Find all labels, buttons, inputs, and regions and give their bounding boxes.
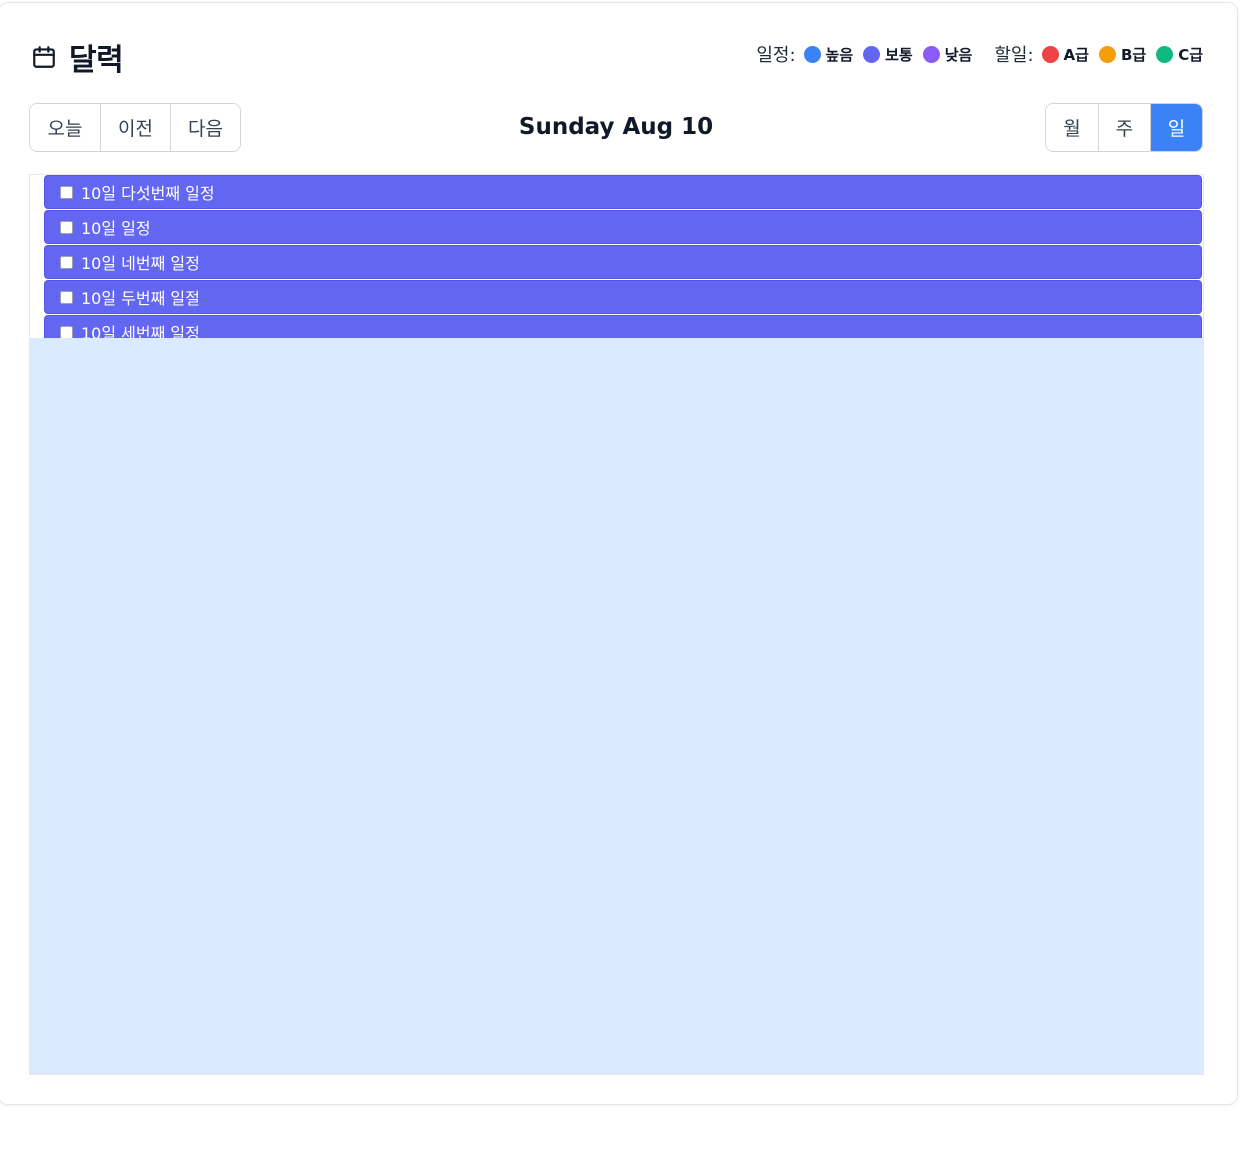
todo-legend-label: 할일: — [994, 45, 1034, 66]
calendar-toolbar: 오늘 이전 다음 Sunday Aug 10 월 주 일 — [29, 103, 1203, 152]
week-view-button[interactable]: 주 — [1098, 104, 1150, 151]
c-grade-dot — [1156, 45, 1174, 63]
event-checkbox[interactable] — [60, 220, 73, 234]
schedule-legend-label: 일정: — [756, 45, 796, 66]
legend-item-a-grade: A급 — [1041, 44, 1089, 65]
legend-item-normal: 보통 — [863, 44, 913, 65]
schedule-legend: 일정: 높음 보통 낮음 — [756, 41, 972, 67]
event-label: 10일 네번째 일정 — [81, 254, 200, 273]
view-switcher: 월 주 일 — [1045, 103, 1203, 152]
page-title: 달력 — [31, 35, 124, 79]
event-label: 10일 세번째 일정 — [81, 324, 200, 338]
b-grade-dot — [1098, 45, 1116, 63]
normal-priority-dot — [863, 45, 881, 63]
today-highlight-area[interactable] — [30, 338, 1203, 1074]
a-grade-dot — [1041, 45, 1059, 63]
all-day-events: 10일 다섯번째 일정 10일 일정 10일 네번째 일정 10일 두번째 일절… — [44, 175, 1202, 338]
legend-item-label: 높음 — [825, 45, 854, 64]
event-checkbox[interactable] — [60, 290, 73, 304]
legend-item-b-grade: B급 — [1098, 44, 1147, 65]
event-label: 10일 일정 — [81, 219, 151, 238]
low-priority-dot — [922, 45, 940, 63]
event-label: 10일 다섯번째 일정 — [81, 184, 215, 203]
legend: 일정: 높음 보통 낮음 할일: A급 B급 C급 — [756, 41, 1203, 67]
event-item[interactable]: 10일 세번째 일정 — [44, 315, 1202, 338]
month-view-button[interactable]: 월 — [1046, 104, 1098, 151]
legend-item-label: 보통 — [885, 45, 913, 64]
next-button[interactable]: 다음 — [170, 104, 240, 151]
legend-item-label: 낮음 — [944, 45, 973, 64]
event-item[interactable]: 10일 다섯번째 일정 — [44, 175, 1202, 209]
previous-button[interactable]: 이전 — [100, 104, 170, 151]
navigation-button-group: 오늘 이전 다음 — [29, 103, 241, 152]
page-title-text: 달력 — [69, 43, 124, 78]
legend-item-label: B급 — [1120, 45, 1147, 64]
high-priority-dot — [803, 45, 821, 63]
legend-item-label: A급 — [1063, 45, 1089, 64]
event-label: 10일 두번째 일절 — [81, 289, 200, 308]
day-view-button[interactable]: 일 — [1150, 104, 1202, 151]
day-view-grid: 10일 다섯번째 일정 10일 일정 10일 네번째 일정 10일 두번째 일절… — [29, 174, 1204, 1075]
calendar-header: 달력 일정: 높음 보통 낮음 할일: A급 B급 C급 — [31, 33, 1203, 79]
calendar-card: 달력 일정: 높음 보통 낮음 할일: A급 B급 C급 오늘 이전 다음 Su… — [0, 2, 1238, 1105]
event-item[interactable]: 10일 두번째 일절 — [44, 280, 1202, 314]
today-button[interactable]: 오늘 — [30, 104, 100, 151]
legend-item-low: 낮음 — [922, 44, 973, 65]
event-item[interactable]: 10일 일정 — [44, 210, 1202, 244]
event-checkbox[interactable] — [60, 185, 73, 199]
event-item[interactable]: 10일 네번째 일정 — [44, 245, 1202, 279]
legend-item-high: 높음 — [803, 44, 854, 65]
todo-legend: 할일: A급 B급 C급 — [994, 41, 1203, 67]
legend-item-label: C급 — [1178, 45, 1203, 64]
calendar-icon — [33, 46, 55, 68]
event-checkbox[interactable] — [60, 255, 73, 269]
legend-item-c-grade: C급 — [1156, 44, 1203, 65]
event-checkbox[interactable] — [60, 325, 73, 338]
